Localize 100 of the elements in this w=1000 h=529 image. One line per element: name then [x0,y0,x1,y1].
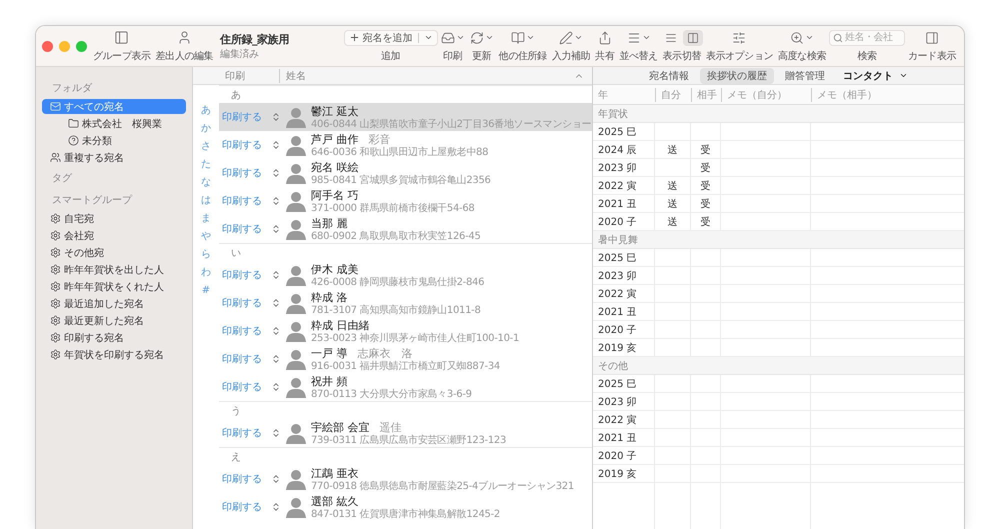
avatar-icon [285,422,307,444]
gear-icon [50,315,61,326]
gear-icon [50,213,61,224]
contact-row[interactable]: 印刷する 鬱江 延太 406-0844 山梨県笛吹市童子小山2丁目36番地ソースマンショー [219,103,592,131]
print-toggle[interactable]: 印刷する [219,194,267,208]
contact-name: 粋成 洛 [311,290,348,304]
sent-mark: 送 [668,216,678,228]
gear-icon [50,281,61,292]
year-cell-text: 2019 亥 [598,468,637,480]
tab[interactable]: コンタクト [836,68,915,84]
received-mark: 受 [700,144,710,156]
toolbar-button[interactable]: 更新 [468,30,496,62]
contact-name: 一戸 導 [311,346,348,360]
stepper-icon[interactable] [271,428,281,438]
sidebar-item[interactable]: 昨年年賀状を出した人 [42,262,186,277]
sidebar-item[interactable]: すべての宛名 [42,99,186,114]
plus-icon [348,32,360,43]
year-cell-text: 2021 丑 [598,306,637,318]
sidebar-item[interactable]: 株式会社 桜興業 [42,116,186,131]
sidebar-section-title: タグ [52,172,73,185]
stepper-icon[interactable] [271,270,281,280]
sidebar-item[interactable]: その他宛 [42,245,186,260]
year-cell-text: 2025 巳 [598,252,637,264]
year-cell-text: 2023 卯 [598,270,637,282]
contact-address: 916-0031 福井県鯖江市橋立町又蜘887-34 [311,360,500,372]
sidebar-item[interactable]: 会社宛 [42,228,186,243]
toolbar-button[interactable]: 高度な検索 [776,30,828,62]
sidebar-item[interactable]: 印刷する宛名 [42,330,186,345]
contact-name: 当那 麗 [311,216,348,230]
sidebar-item[interactable]: 重複する宛名 [42,150,186,165]
avatar-icon [285,376,307,398]
toolbar-label: 検索 [857,50,877,62]
stepper-icon[interactable] [271,196,281,206]
print-toggle[interactable]: 印刷する [219,166,267,180]
contact-address: 406-0844 山梨県笛吹市童子小山2丁目36番地ソースマンショー [311,118,592,130]
toolbar-button[interactable]: 印刷 [438,30,467,62]
contact-address: 371-0000 群馬県前橋市後欄干54-68 [311,202,474,214]
caret-icon [899,71,908,80]
sidebar-item[interactable]: 最近更新した宛名 [42,313,186,328]
search-field[interactable]: 姓名・会社 [828,30,905,46]
group-heading: い [231,246,241,260]
stepper-icon[interactable] [271,298,281,308]
stepper-icon[interactable] [271,474,281,484]
caret-icon [424,33,433,42]
sidebar-item[interactable]: 最近追加した宛名 [42,296,186,311]
year-cell-text: 2022 寅 [598,288,637,300]
received-mark: 受 [700,198,710,210]
question-icon [68,135,79,146]
avatar-icon [285,264,307,286]
stepper-icon[interactable] [271,112,281,122]
sent-mark: 送 [668,180,678,192]
sidebar-item[interactable]: 自宅宛 [42,211,186,226]
caret-icon [484,33,494,42]
toolbar-label: 追加 [381,50,400,62]
toolbar-button[interactable]: 表示オプション [704,30,775,62]
print-toggle[interactable]: 印刷する [219,138,267,152]
stepper-icon[interactable] [271,354,281,364]
sent-mark: 送 [668,144,678,156]
sidebar-item[interactable]: 年賀状を印刷する宛名 [42,347,186,362]
print-toggle[interactable]: 印刷する [219,426,267,440]
toolbar-button[interactable]: グループ表示 [91,30,153,62]
stepper-icon[interactable] [271,140,281,150]
refresh-icon [470,30,484,44]
avatar-icon [285,106,307,128]
print-toggle[interactable]: 印刷する [219,222,267,236]
toolbar-button[interactable]: 並べ替え [617,30,660,62]
avatar-icon [285,292,307,314]
tab[interactable]: 挨拶状の履歴 [700,68,774,84]
sidebar-item[interactable]: 昨年年賀状をくれた人 [42,279,186,294]
received-mark: 受 [700,216,710,228]
toolbar-button[interactable]: 差出人の編集 [154,30,216,62]
print-toggle[interactable]: 印刷する [219,472,267,486]
add-contact-button[interactable]: 宛名を追加 [344,30,438,46]
document-title: 住所録_家族用 [220,32,289,46]
view-toggle[interactable] [682,30,703,46]
toolbar-button[interactable]: 他の住所録 [496,30,549,62]
tab[interactable]: 贈答管理 [778,68,832,84]
avatar-icon [285,190,307,212]
toolbar-button[interactable]: カード表示 [906,30,958,62]
contact-address: 426-0008 静岡県藤枝市鬼島仕掛2-846 [311,276,484,288]
contact-name: 鬱江 延太 [311,104,358,118]
print-toggle[interactable]: 印刷する [219,380,267,394]
stepper-icon[interactable] [271,382,281,392]
tab[interactable]: 宛名情報 [642,68,696,84]
toolbar-button[interactable]: 入力補助 [550,30,592,62]
print-toggle[interactable]: 印刷する [219,352,267,366]
stepper-icon[interactable] [271,168,281,178]
stepper-icon[interactable] [271,502,281,512]
print-toggle[interactable]: 印刷する [219,268,267,282]
toolbar-button[interactable]: 共有 [593,30,616,62]
contact-address: 770-0918 徳島県徳島市耐屋藍染25-4ブルーオーシャン321 [311,480,574,492]
sidebar-item[interactable]: 未分類 [42,133,186,148]
print-toggle[interactable]: 印刷する [219,500,267,514]
sliders-icon [732,30,746,44]
print-toggle[interactable]: 印刷する [219,324,267,338]
print-toggle[interactable]: 印刷する [219,296,267,310]
stepper-icon[interactable] [271,224,281,234]
close-button[interactable] [42,40,53,52]
stepper-icon[interactable] [271,326,281,336]
year-cell-text: 2023 卯 [598,396,637,408]
